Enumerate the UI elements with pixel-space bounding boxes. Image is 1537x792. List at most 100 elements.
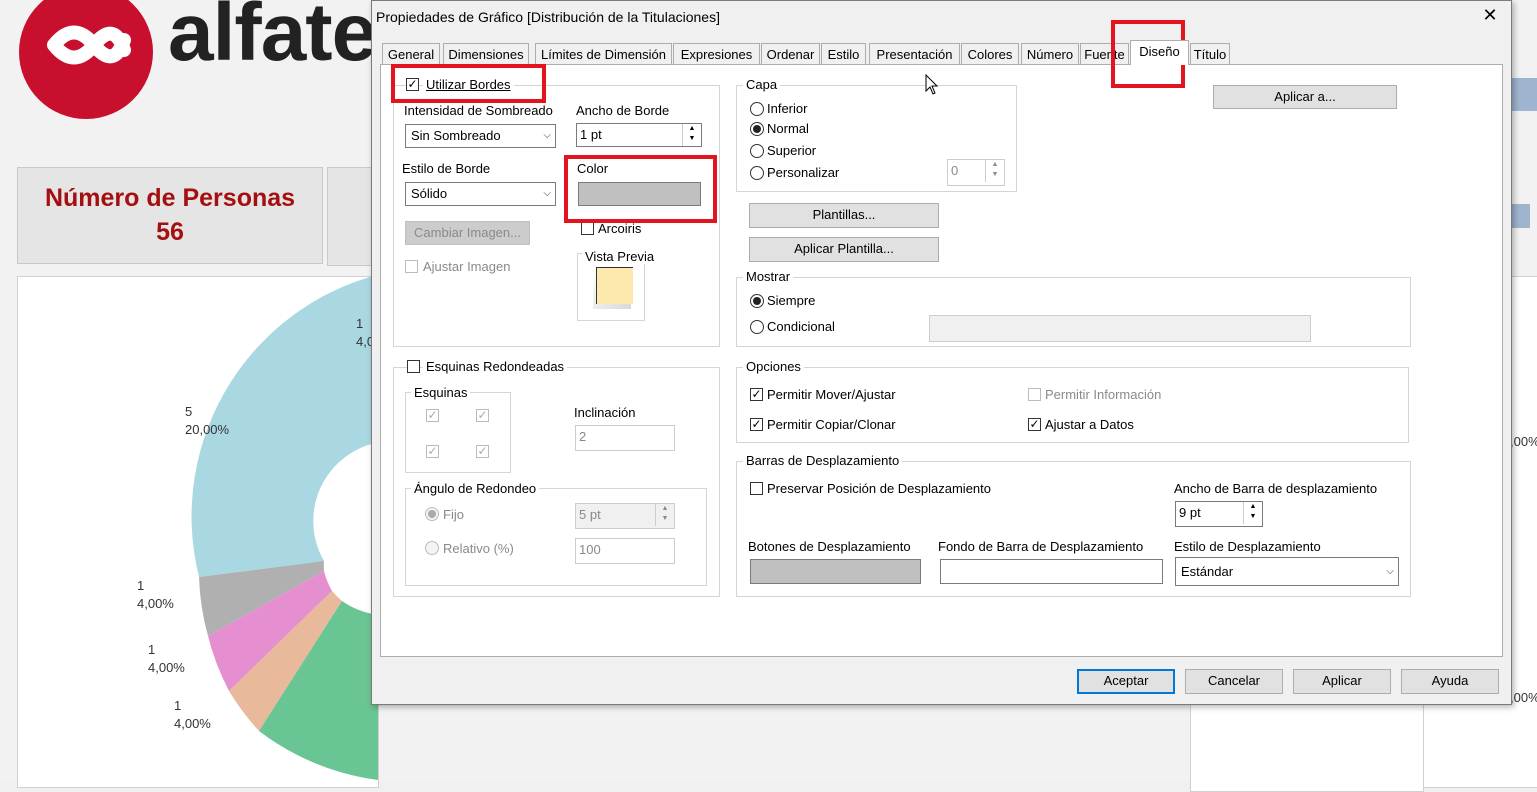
- tab-general[interactable]: General: [382, 43, 440, 64]
- chevron-down-icon: ⌵: [543, 130, 551, 141]
- layer-bottom-radio[interactable]: [750, 102, 764, 116]
- corner-bottom-left-checkbox[interactable]: ✓: [426, 445, 439, 458]
- chart-properties-dialog: Propiedades de Gráfico [Distribución de …: [371, 0, 1512, 705]
- scroll-background-label: Fondo de Barra de Desplazamiento: [938, 539, 1144, 554]
- right-pct-label: ,00%: [1510, 434, 1537, 449]
- apply-button[interactable]: Aplicar: [1293, 669, 1391, 694]
- scroll-background-swatch[interactable]: [940, 559, 1163, 584]
- spinner-icon[interactable]: ▲ ▼: [1243, 502, 1262, 524]
- layer-custom-input[interactable]: 0 ▲ ▼: [947, 159, 1005, 186]
- spinner-icon[interactable]: ▲ ▼: [682, 124, 701, 146]
- relative-input[interactable]: 100: [575, 538, 675, 564]
- tab-dimensions[interactable]: Dimensiones: [443, 43, 529, 64]
- relative-radio[interactable]: [425, 541, 439, 555]
- pie-label-3: 1 4,00%: [137, 578, 174, 611]
- allow-info-checkbox[interactable]: [1028, 388, 1041, 401]
- right-bar-mid: [1510, 204, 1530, 228]
- mouse-cursor-icon: [925, 74, 939, 95]
- show-conditional-radio[interactable]: [750, 320, 764, 334]
- preview-swatch: [596, 267, 633, 304]
- chevron-down-icon: ⌵: [1386, 566, 1394, 577]
- scrollbar-width-input[interactable]: 9 pt ▲ ▼: [1175, 501, 1263, 527]
- fixed-input[interactable]: 5 pt ▲ ▼: [575, 503, 675, 529]
- tab-content-layout: ✓ Utilizar Bordes Intensidad de Sombread…: [380, 64, 1503, 657]
- fixed-radio[interactable]: [425, 507, 439, 521]
- tab-colors[interactable]: Colores: [961, 43, 1019, 64]
- corners-label: Esquinas: [411, 385, 471, 400]
- border-width-label: Ancho de Borde: [576, 103, 670, 118]
- border-width-input[interactable]: 1 pt ▲ ▼: [576, 123, 702, 147]
- allow-copy-clone-label: Permitir Copiar/Clonar: [767, 417, 896, 432]
- layer-custom-radio[interactable]: [750, 166, 764, 180]
- tab-dimension-limits[interactable]: Límites de Dimensión: [535, 43, 672, 64]
- brand-logo-text: alfate: [168, 0, 377, 78]
- tab-caption[interactable]: Título: [1190, 43, 1230, 64]
- border-style-select[interactable]: Sólido ⌵: [405, 182, 556, 206]
- templates-button[interactable]: Plantillas...: [749, 203, 939, 228]
- layer-label: Capa: [743, 77, 781, 92]
- highlight-color: [564, 155, 717, 223]
- apply-template-button[interactable]: Aplicar Plantilla...: [749, 237, 939, 262]
- spinner-icon[interactable]: ▲ ▼: [655, 504, 674, 526]
- help-button[interactable]: Ayuda: [1401, 669, 1499, 694]
- ok-button[interactable]: Aceptar: [1077, 669, 1175, 694]
- show-label: Mostrar: [743, 269, 794, 284]
- layer-bottom-label: Inferior: [767, 101, 808, 116]
- corner-top-left-checkbox[interactable]: ✓: [426, 409, 439, 422]
- tab-presentation[interactable]: Presentación: [869, 43, 960, 64]
- fit-to-data-checkbox[interactable]: ✓: [1028, 418, 1041, 431]
- allow-move-resize-label: Permitir Mover/Ajustar: [767, 387, 896, 402]
- right-pct-label-2: ,00%: [1510, 690, 1537, 705]
- scroll-buttons-label: Botones de Desplazamiento: [748, 539, 911, 554]
- change-image-button[interactable]: Cambiar Imagen...: [405, 221, 530, 245]
- rounded-corners-checkbox[interactable]: [407, 360, 420, 373]
- show-always-radio[interactable]: [750, 294, 764, 308]
- layer-custom-label: Personalizar: [767, 165, 840, 180]
- scroll-buttons-swatch[interactable]: [750, 559, 921, 584]
- preserve-scroll-checkbox[interactable]: [750, 482, 763, 495]
- slope-input[interactable]: 2: [575, 425, 675, 451]
- allow-info-label: Permitir Información: [1045, 387, 1162, 402]
- apply-to-button[interactable]: Aplicar a...: [1213, 85, 1397, 109]
- corner-top-right-checkbox[interactable]: ✓: [476, 409, 489, 422]
- layer-top-label: Superior: [767, 143, 817, 158]
- tab-sort[interactable]: Ordenar: [761, 43, 820, 64]
- scrollbars-label: Barras de Desplazamiento: [743, 453, 903, 468]
- pie-label-4: 1 4,00%: [148, 642, 185, 675]
- layer-normal-radio[interactable]: [750, 122, 764, 136]
- preview-label: Vista Previa: [582, 249, 658, 264]
- slope-label: Inclinación: [574, 405, 636, 420]
- options-label: Opciones: [743, 359, 804, 374]
- rainbow-checkbox[interactable]: [581, 222, 594, 235]
- pie-label-2: 5 20,00%: [185, 404, 230, 437]
- condition-input[interactable]: [929, 315, 1311, 342]
- kpi-box: Número de Personas 56: [17, 167, 323, 264]
- kpi-value: 56: [156, 218, 184, 246]
- tab-style[interactable]: Estilo: [821, 43, 866, 64]
- preserve-scroll-label: Preservar Posición de Desplazamiento: [767, 481, 991, 496]
- layer-normal-label: Normal: [767, 121, 809, 136]
- kpi-box-2: [327, 167, 377, 266]
- layer-top-radio[interactable]: [750, 144, 764, 158]
- show-always-label: Siempre: [767, 293, 816, 308]
- allow-move-resize-checkbox[interactable]: ✓: [750, 388, 763, 401]
- corners-subgroup: [405, 392, 511, 473]
- highlight-use-borders: [391, 64, 546, 103]
- kpi-label: Número de Personas: [44, 184, 296, 212]
- tab-number[interactable]: Número: [1021, 43, 1079, 64]
- adjust-image-label: Ajustar Imagen: [423, 259, 511, 274]
- adjust-image-checkbox[interactable]: [405, 260, 418, 273]
- close-icon[interactable]: ✕: [1480, 5, 1500, 25]
- allow-copy-clone-checkbox[interactable]: ✓: [750, 418, 763, 431]
- shade-select[interactable]: Sin Sombreado ⌵: [405, 124, 556, 148]
- cancel-button[interactable]: Cancelar: [1185, 669, 1283, 694]
- pie-label-5: 1 4,00%: [174, 698, 211, 731]
- tab-expressions[interactable]: Expresiones: [673, 43, 760, 64]
- shade-label: Intensidad de Sombreado: [404, 103, 553, 118]
- corner-bottom-right-checkbox[interactable]: ✓: [476, 445, 489, 458]
- tab-layout[interactable]: Diseño: [1130, 40, 1189, 65]
- relative-label: Relativo (%): [443, 541, 514, 556]
- spinner-icon[interactable]: ▲ ▼: [985, 160, 1004, 182]
- brand-logo-icon: [19, 0, 153, 119]
- scroll-style-select[interactable]: Estándar ⌵: [1175, 557, 1399, 586]
